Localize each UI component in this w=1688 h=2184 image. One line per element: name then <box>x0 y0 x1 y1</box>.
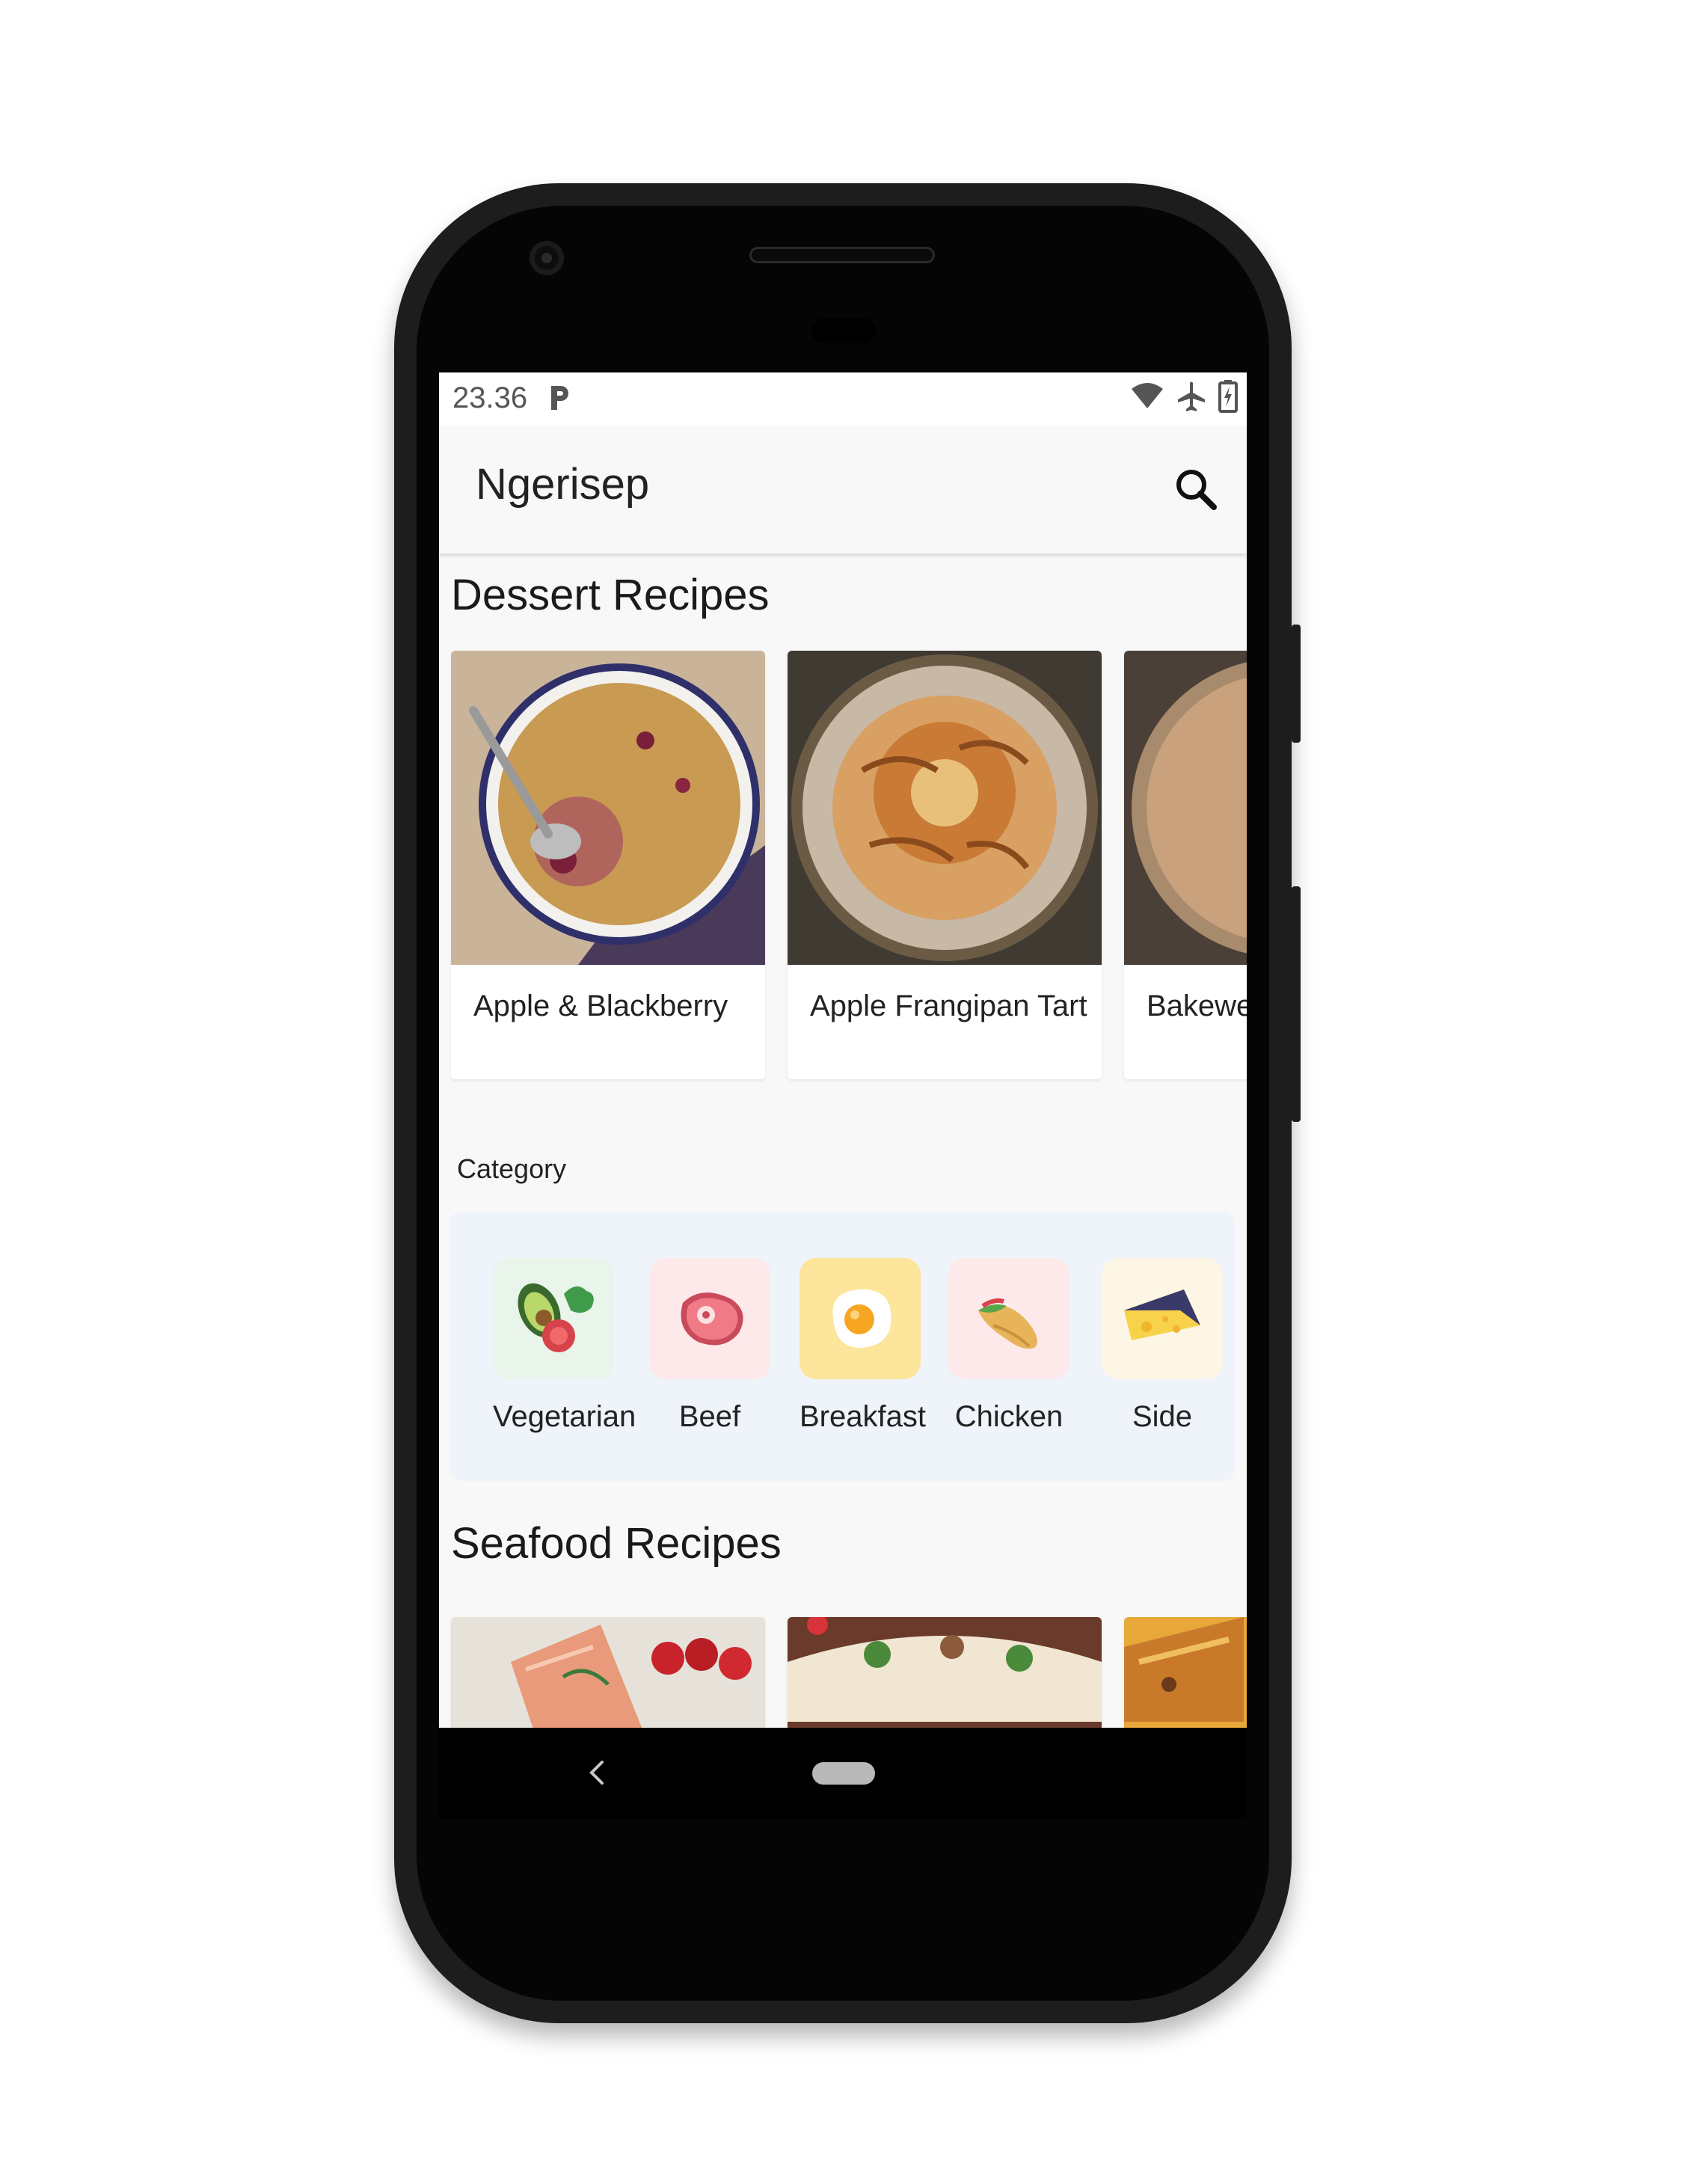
home-button[interactable] <box>812 1762 875 1785</box>
category-chicken[interactable]: Chicken <box>948 1258 1069 1434</box>
recipe-card[interactable]: Apple & Blackberry <box>451 651 765 1079</box>
status-bar: 23.36 <box>439 372 1247 426</box>
parking-icon <box>551 386 568 410</box>
category-tile <box>649 1258 770 1379</box>
navigation-bar <box>439 1728 1247 1819</box>
recipe-card[interactable]: Apple Frangipan Tart <box>788 651 1102 1079</box>
category-label: Vegetarian <box>493 1400 636 1433</box>
category-tile <box>948 1258 1069 1379</box>
recipe-image <box>1124 651 1247 965</box>
main-content: Dessert Recipes Apple & Blackberry Apple… <box>439 553 1247 1728</box>
recipe-card[interactable] <box>1124 1617 1247 1728</box>
seafood-section-title: Seafood Recipes <box>451 1519 782 1568</box>
recipe-name: Bakewe <box>1147 990 1247 1022</box>
steak-icon <box>681 1292 743 1346</box>
category-label: Beef <box>678 1400 741 1433</box>
category-breakfast[interactable]: Breakfast <box>800 1258 926 1434</box>
dessert-section-title: Dessert Recipes <box>451 571 770 619</box>
app-title: Ngerisep <box>476 460 650 509</box>
category-tile <box>1102 1258 1223 1379</box>
category-label: Chicken <box>954 1400 1064 1433</box>
category-tile <box>493 1258 614 1379</box>
recipe-card[interactable]: Bakewe <box>1124 651 1247 1079</box>
fried-egg-icon <box>832 1289 891 1349</box>
recipe-image <box>451 1617 765 1728</box>
recipe-card[interactable] <box>451 1617 765 1728</box>
status-time: 23.36 <box>452 381 528 414</box>
category-panel: Vegetarian Beef Breakfast Chicken Side <box>449 1212 1235 1481</box>
category-tile <box>800 1258 921 1379</box>
category-title: Category <box>457 1153 567 1184</box>
recipe-name: Apple & Blackberry <box>473 990 728 1022</box>
airplane-icon <box>1178 381 1205 411</box>
wifi-icon <box>1132 383 1163 408</box>
recipe-image <box>451 651 765 965</box>
app-bar: Ngerisep <box>439 426 1247 553</box>
volume-button <box>1292 886 1301 1122</box>
category-beef[interactable]: Beef <box>649 1258 770 1434</box>
proximity-sensor <box>811 318 876 343</box>
power-button <box>1292 625 1301 743</box>
vegetables-icon <box>518 1283 594 1352</box>
back-icon[interactable] <box>581 1752 611 1794</box>
cheese-icon <box>1124 1289 1200 1340</box>
category-label: Side <box>1132 1400 1193 1433</box>
earpiece-speaker <box>749 247 935 263</box>
category-side[interactable]: Side <box>1102 1258 1223 1434</box>
recipe-image <box>1124 1617 1247 1728</box>
search-icon[interactable] <box>1166 459 1226 519</box>
recipe-image <box>788 1617 1102 1728</box>
front-camera <box>530 241 564 275</box>
recipe-name: Apple Frangipan Tart <box>810 990 1087 1022</box>
battery-charging-icon <box>1218 380 1238 413</box>
recipe-card[interactable] <box>788 1617 1102 1728</box>
category-vegetarian[interactable]: Vegetarian <box>493 1258 636 1434</box>
wrap-icon <box>978 1298 1037 1349</box>
category-label: Breakfast <box>800 1400 926 1433</box>
recipe-image <box>788 651 1102 965</box>
screen: 23.36 Ngerisep Dessert Recipes Apple & B… <box>439 372 1247 1819</box>
